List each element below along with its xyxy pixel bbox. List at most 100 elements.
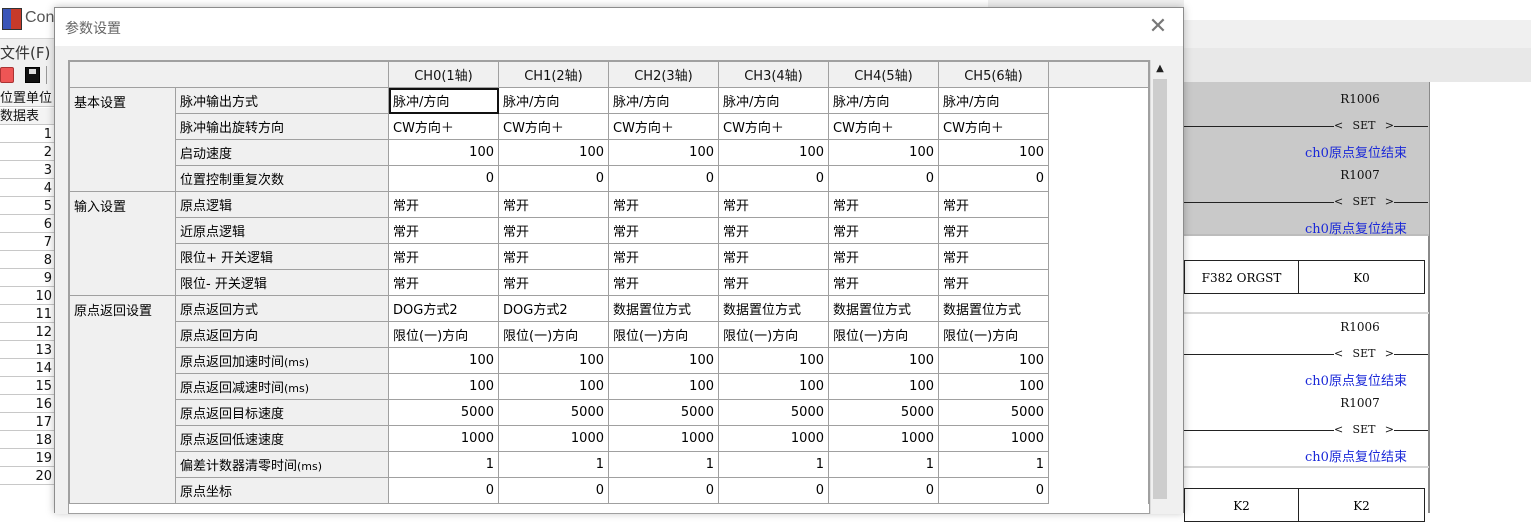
value-cell[interactable]: 1 (938, 451, 1049, 478)
operand-box[interactable]: K2 (1298, 488, 1425, 522)
value-cell[interactable]: 数据置位方式 (938, 295, 1049, 322)
value-cell[interactable]: 常开 (828, 243, 939, 270)
value-cell[interactable]: 100 (938, 347, 1049, 374)
value-cell[interactable]: 数据置位方式 (608, 295, 719, 322)
value-cell[interactable]: 100 (498, 139, 609, 166)
value-cell[interactable]: 1000 (718, 425, 829, 452)
value-cell[interactable]: 脉冲/方向 (828, 87, 939, 114)
value-cell[interactable]: 0 (828, 165, 939, 192)
value-cell[interactable]: 限位(一)方向 (388, 321, 499, 348)
value-cell[interactable]: 限位(一)方向 (938, 321, 1049, 348)
value-cell[interactable]: 0 (938, 165, 1049, 192)
value-cell[interactable]: 1 (498, 451, 609, 478)
value-cell[interactable]: 5000 (608, 399, 719, 426)
value-cell[interactable]: 常开 (828, 217, 939, 244)
value-cell[interactable]: 100 (828, 139, 939, 166)
vertical-scrollbar[interactable]: ▲ (1150, 60, 1169, 514)
function-instruction-box[interactable]: F382 ORGST (1184, 260, 1299, 294)
relay-label[interactable]: R1006 (1330, 92, 1390, 106)
value-cell[interactable]: 1 (828, 451, 939, 478)
value-cell[interactable]: 常开 (938, 217, 1049, 244)
value-cell[interactable]: CW方向＋ (388, 113, 499, 140)
value-cell[interactable]: 100 (718, 139, 829, 166)
value-cell[interactable]: CW方向＋ (608, 113, 719, 140)
value-cell[interactable]: 限位(一)方向 (718, 321, 829, 348)
value-cell[interactable]: 常开 (828, 269, 939, 296)
operand-box[interactable]: K0 (1298, 260, 1425, 294)
value-cell[interactable]: 常开 (938, 243, 1049, 270)
value-cell[interactable]: 常开 (718, 243, 829, 270)
value-cell[interactable]: 常开 (498, 243, 609, 270)
value-cell[interactable]: 100 (388, 373, 499, 400)
value-cell[interactable]: CW方向＋ (938, 113, 1049, 140)
value-cell[interactable]: 1 (718, 451, 829, 478)
value-cell[interactable]: 常开 (388, 217, 499, 244)
value-cell[interactable]: 常开 (498, 269, 609, 296)
menu-file[interactable]: 文件(F) (0, 42, 50, 63)
value-cell[interactable]: 常开 (938, 269, 1049, 296)
value-cell[interactable]: 1000 (388, 425, 499, 452)
value-cell[interactable]: 100 (388, 347, 499, 374)
open-icon[interactable] (0, 67, 14, 83)
value-cell[interactable]: 100 (938, 139, 1049, 166)
value-cell[interactable]: 常开 (388, 269, 499, 296)
value-cell[interactable]: 5000 (718, 399, 829, 426)
value-cell[interactable]: 0 (608, 165, 719, 192)
value-cell[interactable]: 5000 (388, 399, 499, 426)
value-cell[interactable]: 100 (498, 347, 609, 374)
value-cell[interactable]: 1000 (608, 425, 719, 452)
close-icon[interactable]: ✕ (1145, 14, 1171, 40)
value-cell[interactable]: 常开 (608, 191, 719, 218)
value-cell[interactable]: 0 (388, 165, 499, 192)
value-cell[interactable]: CW方向＋ (498, 113, 609, 140)
dialog-title-bar[interactable]: 参数设置 ✕ (55, 8, 1183, 46)
value-cell[interactable]: 常开 (608, 217, 719, 244)
value-cell[interactable]: 常开 (608, 269, 719, 296)
value-cell[interactable]: 脉冲/方向 (388, 87, 499, 114)
value-cell[interactable]: 100 (828, 373, 939, 400)
value-cell[interactable]: DOG方式2 (498, 295, 609, 322)
relay-label[interactable]: R1006 (1330, 320, 1390, 334)
relay-label[interactable]: R1007 (1330, 396, 1390, 410)
scroll-up-arrow-icon[interactable]: ▲ (1151, 60, 1169, 78)
value-cell[interactable]: 100 (498, 373, 609, 400)
value-cell[interactable]: 1 (608, 451, 719, 478)
value-cell[interactable]: 0 (388, 477, 499, 504)
value-cell[interactable]: 1000 (938, 425, 1049, 452)
set-coil[interactable]: SET (1334, 194, 1394, 210)
value-cell[interactable]: 脉冲/方向 (938, 87, 1049, 114)
value-cell[interactable]: 常开 (388, 243, 499, 270)
value-cell[interactable]: 脉冲/方向 (608, 87, 719, 114)
operand-box[interactable]: K2 (1184, 488, 1299, 522)
value-cell[interactable]: 数据置位方式 (718, 295, 829, 322)
set-coil[interactable]: SET (1334, 346, 1394, 362)
value-cell[interactable]: 0 (498, 165, 609, 192)
value-cell[interactable]: 常开 (498, 217, 609, 244)
value-cell[interactable]: 1 (388, 451, 499, 478)
value-cell[interactable]: 常开 (718, 269, 829, 296)
value-cell[interactable]: 100 (828, 347, 939, 374)
value-cell[interactable]: 常开 (388, 191, 499, 218)
relay-label[interactable]: R1007 (1330, 168, 1390, 182)
value-cell[interactable]: 限位(一)方向 (828, 321, 939, 348)
value-cell[interactable]: CW方向＋ (718, 113, 829, 140)
save-icon[interactable] (25, 67, 40, 83)
value-cell[interactable]: 100 (718, 373, 829, 400)
value-cell[interactable]: 100 (718, 347, 829, 374)
value-cell[interactable]: 常开 (828, 191, 939, 218)
value-cell[interactable]: 0 (498, 477, 609, 504)
value-cell[interactable]: 常开 (718, 217, 829, 244)
value-cell[interactable]: 0 (828, 477, 939, 504)
value-cell[interactable]: 5000 (828, 399, 939, 426)
set-coil[interactable]: SET (1334, 118, 1394, 134)
set-coil[interactable]: SET (1334, 422, 1394, 438)
value-cell[interactable]: 5000 (938, 399, 1049, 426)
value-cell[interactable]: 1000 (498, 425, 609, 452)
value-cell[interactable]: 常开 (608, 243, 719, 270)
value-cell[interactable]: 100 (938, 373, 1049, 400)
value-cell[interactable]: 数据置位方式 (828, 295, 939, 322)
value-cell[interactable]: 100 (608, 373, 719, 400)
value-cell[interactable]: 100 (608, 347, 719, 374)
value-cell[interactable]: 常开 (938, 191, 1049, 218)
value-cell[interactable]: 100 (388, 139, 499, 166)
